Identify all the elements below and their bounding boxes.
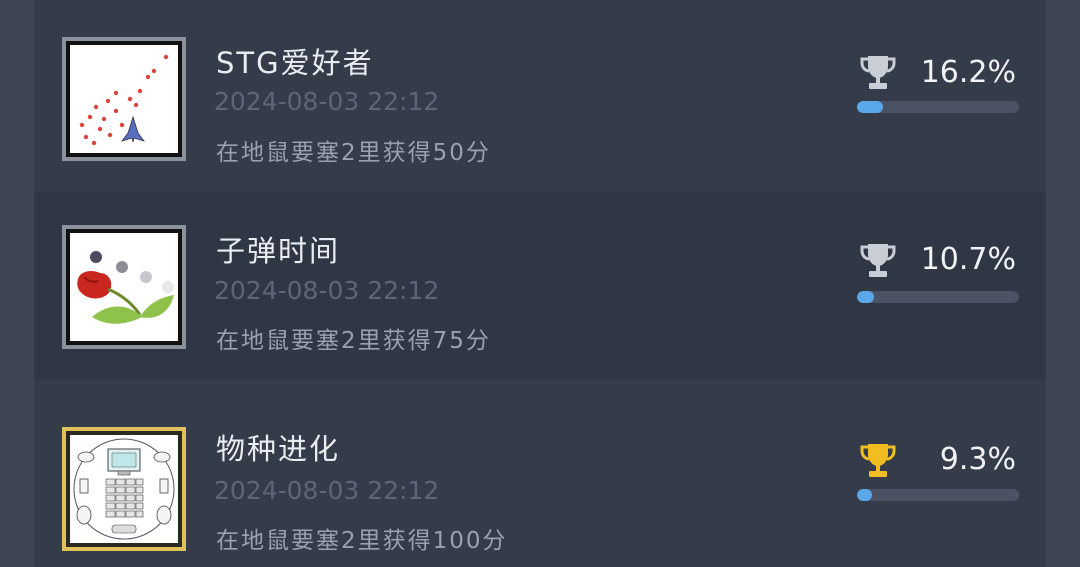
achievement-date: 2024-08-03 22:12	[214, 87, 440, 116]
achievement-row[interactable]: 物种进化 2024-08-03 22:12 在地鼠要塞2里获得100分 9.3%	[34, 380, 1046, 567]
achievement-title: 子弹时间	[216, 234, 341, 268]
unlock-progress-bar	[857, 489, 1019, 501]
achievement-thumbnail	[62, 225, 186, 349]
achievement-row[interactable]: 子弹时间 2024-08-03 22:12 在地鼠要塞2里获得75分 10.7%	[34, 192, 1046, 380]
unlock-progress-bar	[857, 101, 1019, 113]
computer-robot-icon	[73, 438, 175, 540]
tulip-bullets-icon	[77, 251, 174, 324]
silver-trophy-icon	[860, 244, 896, 277]
achievement-description: 在地鼠要塞2里获得75分	[216, 328, 491, 354]
achievement-description: 在地鼠要塞2里获得50分	[216, 140, 491, 166]
unlock-progress-fill	[857, 489, 873, 501]
achievement-description: 在地鼠要塞2里获得100分	[216, 528, 508, 554]
unlock-percentage: 16.2%	[920, 55, 1016, 90]
bullet-hell-ship-icon	[79, 54, 169, 146]
achievement-title: 物种进化	[216, 432, 341, 466]
unlock-progress-fill	[857, 291, 875, 303]
unlock-progress-fill	[857, 101, 884, 113]
achievement-date: 2024-08-03 22:12	[214, 476, 440, 505]
gold-trophy-icon	[860, 444, 896, 477]
unlock-progress-bar	[857, 291, 1019, 303]
achievement-date: 2024-08-03 22:12	[214, 276, 440, 305]
silver-trophy-icon	[860, 56, 896, 89]
achievement-thumbnail	[62, 37, 186, 161]
unlock-percentage: 10.7%	[920, 242, 1016, 277]
unlock-percentage: 9.3%	[939, 442, 1016, 477]
achievement-title: STG爱好者	[216, 46, 374, 80]
achievement-row[interactable]: STG爱好者 2024-08-03 22:12 在地鼠要塞2里获得50分 16.…	[34, 0, 1046, 192]
achievement-thumbnail	[62, 427, 186, 551]
